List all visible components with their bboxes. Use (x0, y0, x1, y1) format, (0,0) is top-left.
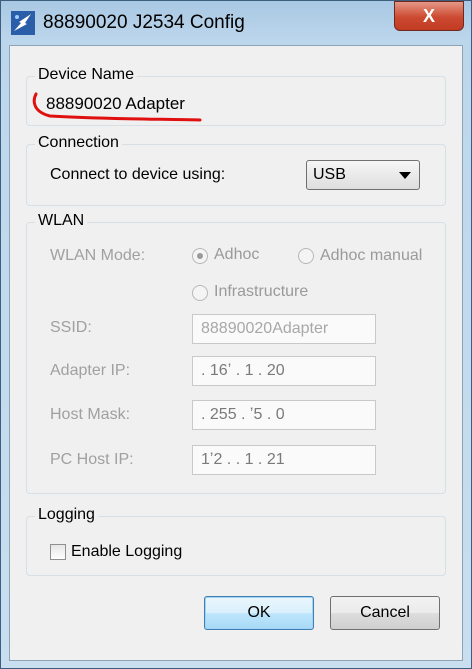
enable-logging-label: Enable Logging (71, 543, 183, 560)
ok-button[interactable]: OK (204, 596, 314, 630)
host-mask-value: . 255 . ʼ5 . 0 (201, 406, 285, 423)
radio-adhoc[interactable] (192, 248, 208, 264)
host-mask-label: Host Mask: (50, 406, 131, 423)
ssid-value: 88890020Adapter (201, 320, 329, 337)
pc-host-ip-input[interactable]: 1ʼ2 . . 1 . 21 (192, 445, 376, 475)
device-name-legend: Device Name (35, 66, 138, 84)
host-mask-input[interactable]: . 255 . ʼ5 . 0 (192, 400, 376, 430)
pc-host-ip-label: PC Host IP: (50, 451, 134, 468)
close-button[interactable]: X (394, 1, 464, 31)
connect-using-label: Connect to device using: (50, 166, 226, 183)
radio-adhoc-manual[interactable] (298, 248, 314, 264)
config-window: 88890020 J2534 Config X Device Name 8889… (0, 0, 472, 669)
radio-infrastructure[interactable] (192, 285, 208, 301)
radio-infrastructure-label: Infrastructure (214, 283, 309, 300)
pc-host-ip-value: 1ʼ2 . . 1 . 21 (201, 451, 285, 468)
ssid-input[interactable]: 88890020Adapter (192, 314, 376, 344)
dialog-body: Device Name 88890020 Adapter Connection … (9, 45, 463, 661)
adapter-ip-input[interactable]: . 16ʼ . 1 . 20 (192, 356, 376, 386)
adapter-ip-value: . 16ʼ . 1 . 20 (201, 362, 285, 379)
app-icon (11, 11, 35, 35)
chevron-down-icon (399, 172, 411, 179)
radio-adhoc-manual-label: Adhoc manual (320, 247, 423, 264)
window-title: 88890020 J2534 Config (43, 12, 245, 33)
wlan-mode-label: WLAN Mode: (50, 247, 146, 264)
adapter-ip-label: Adapter IP: (50, 362, 131, 379)
title-bar[interactable]: 88890020 J2534 Config X (1, 1, 471, 45)
ssid-label: SSID: (50, 319, 92, 336)
cancel-button[interactable]: Cancel (330, 596, 440, 630)
connection-legend: Connection (35, 134, 122, 152)
enable-logging-checkbox[interactable] (50, 544, 66, 560)
radio-adhoc-label: Adhoc (214, 246, 260, 263)
device-name-value: 88890020 Adapter (46, 94, 185, 113)
logging-legend: Logging (35, 506, 98, 524)
close-icon: X (422, 6, 435, 26)
connection-type-dropdown[interactable]: USB (306, 160, 420, 190)
connection-type-value: USB (313, 166, 346, 183)
wlan-legend: WLAN (35, 212, 88, 230)
